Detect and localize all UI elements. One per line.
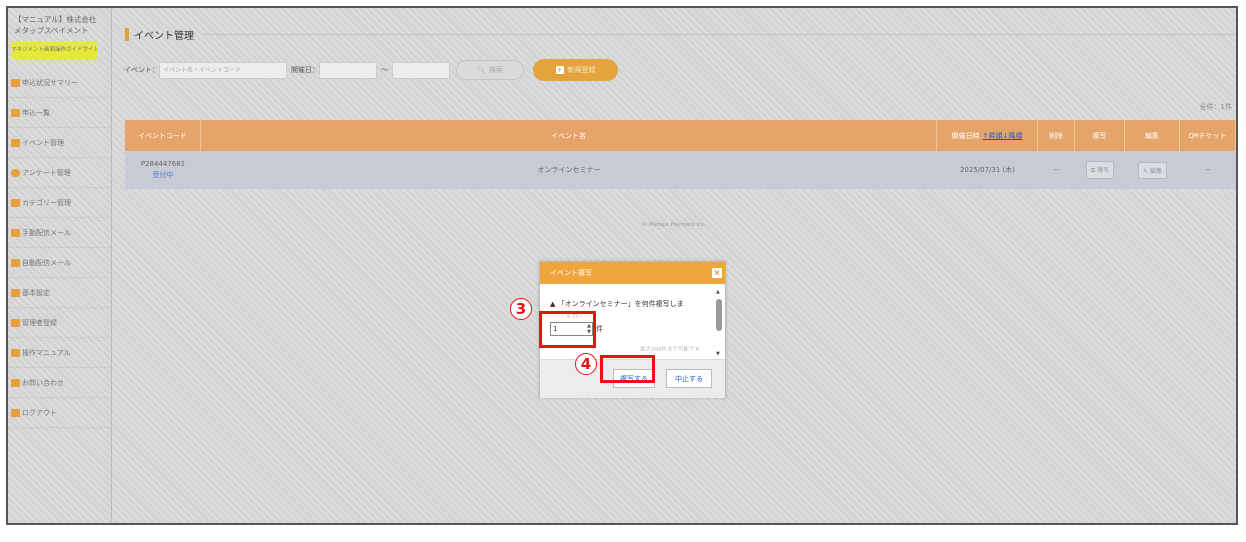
qr-cell: -- (1205, 166, 1211, 174)
sidebar-item-categories[interactable]: カテゴリー管理 (8, 188, 111, 218)
count-unit: 件 (596, 325, 603, 333)
sidebar-item-auto-mail[interactable]: 自動配信メール (8, 248, 111, 278)
sidebar-item-settings[interactable]: 基本設定 (8, 278, 111, 308)
logout-icon (11, 408, 20, 417)
list-icon (11, 198, 20, 207)
new-event-button[interactable]: + 新規登録 (533, 59, 618, 81)
search-button[interactable]: 🔍︎ 検索 (456, 60, 524, 80)
rss-icon (11, 228, 20, 237)
sort-asc-link[interactable]: ↑昇順 (983, 131, 1003, 141)
lock-icon (11, 108, 20, 117)
title-divider (202, 34, 1236, 35)
event-name-cell: オンラインセミナー (537, 166, 601, 174)
total-count: 全件：1件 (1199, 103, 1232, 111)
sidebar: 【マニュアル】株式会社 メタップスペイメント マネジメント画面操作ガイドサイト … (8, 8, 112, 523)
plus-icon: + (555, 66, 564, 74)
dialog-scrollbar[interactable]: ▲ ▼ (716, 289, 722, 357)
copy-button[interactable]: ⧉ 複写 (1085, 161, 1115, 179)
copyright: © Metaps Payment Inc. (641, 222, 707, 228)
manual-icon (11, 348, 20, 357)
table-header: イベントコード イベント名 開催日時 ↑昇順 ↓降順 削除 複写 編集 QRチケ… (125, 120, 1236, 151)
step-marker-3: 3 (510, 298, 532, 320)
event-date-cell: 2025/07/31 (木) (959, 166, 1016, 174)
dialog-message: ▲ 「オンラインセミナー」を何件複写しま (550, 300, 684, 308)
search-bar: イベント： イベント名・イベントコード 開催日： 〜 🔍︎ 検索 + 新規登録 (124, 59, 618, 81)
dialog-header: イベント複写 × (540, 262, 725, 284)
date-label: 開催日： (291, 66, 319, 74)
chart-icon (11, 78, 20, 87)
close-icon[interactable]: × (712, 268, 722, 278)
users-icon (11, 318, 20, 327)
header-code: イベントコード (125, 120, 201, 151)
edit-cell: ✎ 編集 (1125, 151, 1180, 189)
sidebar-item-events[interactable]: イベント管理 (8, 128, 111, 158)
copy-cell: ⧉ 複写 (1075, 151, 1125, 189)
sort-desc-link[interactable]: ↓降順 (1003, 131, 1023, 141)
header-date: 開催日時 ↑昇順 ↓降順 (937, 120, 1038, 151)
highlight-count-input (539, 311, 596, 348)
date-range-separator: 〜 (381, 66, 388, 74)
mail-icon (11, 258, 20, 267)
sidebar-item-summary[interactable]: 申込状況サマリー (8, 68, 111, 98)
manual-guide-button[interactable]: マネジメント画面操作ガイドサイト (11, 42, 97, 59)
sidebar-item-applications[interactable]: 申込一覧 (8, 98, 111, 128)
header-copy: 複写 (1075, 120, 1125, 151)
header-name: イベント名 (201, 120, 937, 151)
edit-button[interactable]: ✎ 編集 (1138, 161, 1167, 179)
app-window: 【マニュアル】株式会社 メタップスペイメント マネジメント画面操作ガイドサイト … (6, 6, 1238, 525)
header-qr: QRチケット (1180, 120, 1236, 151)
scroll-thumb[interactable] (716, 299, 722, 331)
scroll-down-icon[interactable]: ▼ (716, 351, 720, 357)
event-label: イベント： (124, 66, 159, 74)
search-icon: 🔍︎ (477, 66, 486, 74)
sidebar-nav: 申込状況サマリー 申込一覧 イベント管理 アンケート管理 カテゴリー管理 手動配… (8, 68, 111, 428)
gears-icon (11, 288, 20, 297)
company-name: 【マニュアル】株式会社 メタップスペイメント (14, 15, 97, 35)
step-marker-4: 4 (575, 353, 597, 375)
sidebar-item-surveys[interactable]: アンケート管理 (8, 158, 111, 188)
status-link[interactable]: 受付中 (153, 170, 174, 180)
table-row: P284447681 受付中 オンラインセミナー 2025/07/31 (木) … (125, 151, 1236, 189)
chat-icon (11, 378, 20, 387)
date-from-input[interactable] (319, 61, 377, 79)
sidebar-item-contact[interactable]: お問い合わせ (8, 368, 111, 398)
cancel-button[interactable]: 中止する (666, 369, 712, 388)
date-to-input[interactable] (392, 61, 450, 79)
count-hint: 最大999件まで可能です (640, 347, 700, 351)
edit-icon: ✎ (1143, 167, 1150, 175)
title-accent (125, 28, 129, 41)
grid-icon (11, 138, 20, 147)
sidebar-item-manual-mail[interactable]: 手動配信メール (8, 218, 111, 248)
warning-icon: ▲ (550, 300, 558, 308)
event-code-cell: P284447681 受付中 (140, 160, 186, 180)
header-edit: 編集 (1125, 120, 1180, 151)
sidebar-item-admins[interactable]: 管理者登録 (8, 308, 111, 338)
scroll-up-icon[interactable]: ▲ (716, 289, 720, 295)
pie-icon (11, 168, 20, 177)
dialog-title: イベント複写 (550, 269, 592, 277)
header-delete: 削除 (1038, 120, 1075, 151)
event-search-input[interactable]: イベント名・イベントコード (159, 61, 287, 79)
page-title: イベント管理 (125, 27, 1236, 42)
delete-cell: -- (1053, 166, 1060, 174)
event-table: イベントコード イベント名 開催日時 ↑昇順 ↓降順 削除 複写 編集 QRチケ… (125, 120, 1236, 189)
sidebar-item-manual[interactable]: 操作マニュアル (8, 338, 111, 368)
sidebar-item-logout[interactable]: ログアウト (8, 398, 111, 428)
highlight-confirm-button (600, 355, 655, 383)
